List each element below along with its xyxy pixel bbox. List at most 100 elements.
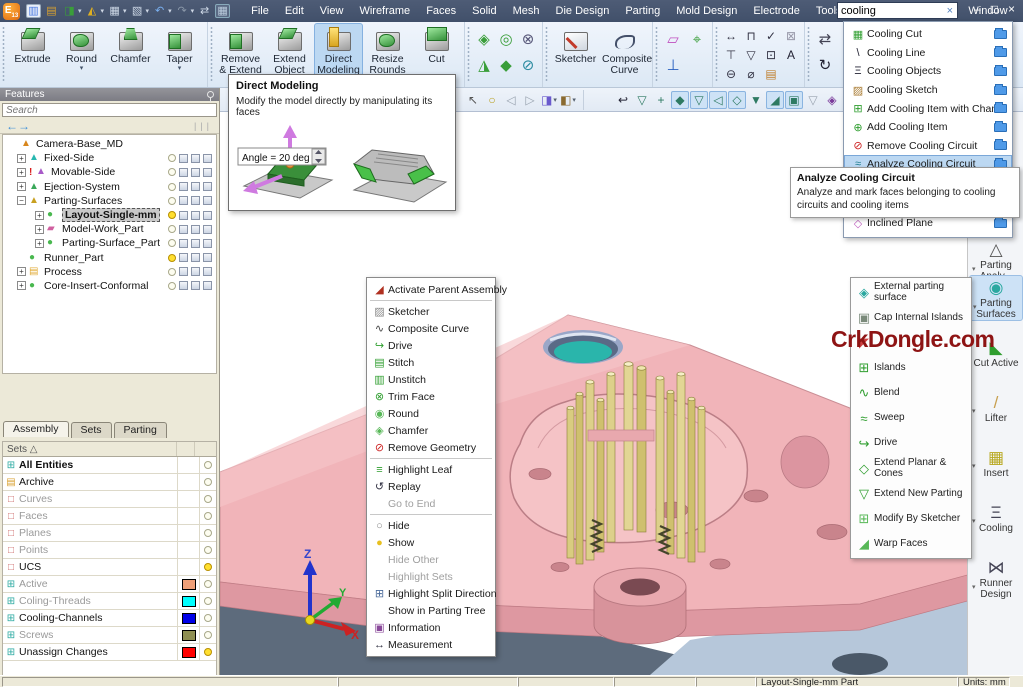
- context-menu-item[interactable]: ↪ Drive: [367, 337, 495, 354]
- menu-item[interactable]: File: [244, 2, 276, 20]
- visibility-bulb-icon[interactable]: [168, 168, 176, 176]
- pin-state-icon[interactable]: [203, 168, 212, 177]
- set-bulb-cell[interactable]: [199, 457, 216, 473]
- layers-icon[interactable]: [191, 253, 200, 262]
- sidebar-tool-button[interactable]: ΞCooling▾: [969, 501, 1023, 534]
- dropdown-menu-item[interactable]: ⊞ Add Cooling Item with Channel: [844, 99, 1012, 118]
- flyout-menu-item[interactable]: ▽ Extend New Parting: [851, 482, 971, 507]
- folder-icon[interactable]: [994, 67, 1007, 76]
- preview-icon[interactable]: [179, 168, 188, 177]
- tree-node-label[interactable]: Core-Insert-Conformal: [44, 280, 148, 292]
- visibility-bulb-icon[interactable]: [168, 239, 176, 247]
- folder-icon[interactable]: [994, 86, 1007, 95]
- context-menu-item[interactable]: ◈ Chamfer: [367, 422, 495, 439]
- set-bulb-cell[interactable]: [199, 627, 216, 643]
- ribbon-button[interactable]: Sketcher: [551, 23, 600, 68]
- ribbon-button[interactable]: Extend Object: [265, 23, 314, 80]
- maximize-button[interactable]: □: [991, 2, 998, 16]
- context-menu-item[interactable]: ◉ Round: [367, 405, 495, 422]
- surface-tool-icon[interactable]: ◈: [478, 32, 490, 47]
- sets-row[interactable]: ▤ Archive: [3, 474, 216, 491]
- sidebar-tool-button[interactable]: ◉Parting Surfaces▾: [969, 275, 1023, 321]
- plane-ucs-icon[interactable]: ⌖: [693, 32, 701, 47]
- folder-icon[interactable]: [994, 30, 1007, 39]
- pin-state-icon[interactable]: [203, 225, 212, 234]
- dimension-tool-icon[interactable]: ↔: [725, 30, 737, 42]
- filter-icon[interactable]: ▽▾: [633, 91, 651, 109]
- tree-node-label[interactable]: Movable-Side: [51, 166, 115, 178]
- surface-tool-icon[interactable]: ⊘: [522, 58, 535, 73]
- set-bulb-cell[interactable]: [199, 576, 216, 592]
- grid-panel-icon[interactable]: ▦: [215, 4, 230, 18]
- tree-row[interactable]: + ▤ Process: [3, 265, 216, 279]
- close-button[interactable]: ×: [1008, 2, 1015, 16]
- menu-item[interactable]: Solid: [465, 2, 503, 20]
- expand-toggle[interactable]: +: [35, 225, 44, 234]
- menu-item[interactable]: Die Design: [549, 2, 617, 20]
- layers-icon[interactable]: [191, 168, 200, 177]
- plane-ucs-icon[interactable]: ⊥: [666, 58, 679, 73]
- tree-row[interactable]: + ● Core-Insert-Conformal: [3, 279, 216, 293]
- layers-icon[interactable]: [191, 196, 200, 205]
- expand-toggle[interactable]: +: [17, 182, 26, 191]
- sets-row[interactable]: □ UCS: [3, 559, 216, 576]
- transfer-icon[interactable]: ⇄: [197, 4, 212, 18]
- set-bulb-cell[interactable]: [199, 525, 216, 541]
- context-menu-item[interactable]: ⊘ Remove Geometry: [367, 439, 495, 456]
- filter-icon[interactable]: ▽▾: [690, 91, 708, 109]
- minimize-button[interactable]: –: [974, 2, 981, 16]
- plane-ucs-icon[interactable]: ▱: [667, 32, 679, 47]
- pin-state-icon[interactable]: [203, 281, 212, 290]
- layers-icon[interactable]: [191, 281, 200, 290]
- pin-state-icon[interactable]: [203, 182, 212, 191]
- dimension-tool-icon[interactable]: A: [787, 49, 795, 61]
- context-menu-item[interactable]: ◢ Activate Parent Assembly: [367, 281, 495, 298]
- nav-forward-icon[interactable]: →: [18, 120, 30, 132]
- filter-icon[interactable]: ◈▾: [823, 91, 841, 109]
- folder-icon[interactable]: [994, 48, 1007, 57]
- visibility-bulb-icon[interactable]: [168, 154, 176, 162]
- export-icon[interactable]: ◨: [62, 4, 77, 18]
- set-bulb-cell[interactable]: [199, 474, 216, 490]
- ribbon-button[interactable]: Round ▾: [57, 23, 106, 76]
- pin-state-icon[interactable]: [203, 239, 212, 248]
- flyout-menu-item[interactable]: ↪ Drive: [851, 431, 971, 456]
- folder-icon[interactable]: [994, 123, 1007, 132]
- filter-icon[interactable]: ◁▾: [709, 91, 727, 109]
- tree-row[interactable]: + ● Layout-Single-mm: [3, 208, 216, 222]
- visibility-bulb-icon[interactable]: [168, 211, 176, 219]
- ribbon-button[interactable]: Extrude ▾: [8, 23, 57, 68]
- flyout-menu-item[interactable]: ◈ External parting surface: [851, 280, 971, 305]
- dropdown-menu-item[interactable]: ▨ Cooling Sketch: [844, 81, 1012, 100]
- dropdown-menu-item[interactable]: \ Cooling Line: [844, 44, 1012, 63]
- tree-row[interactable]: ● Runner_Part: [3, 251, 216, 265]
- preview-icon[interactable]: [179, 281, 188, 290]
- tree-row[interactable]: + ▰ Model-Work_Part: [3, 222, 216, 236]
- window-layout2-icon[interactable]: ▧: [130, 4, 145, 18]
- context-menu-item[interactable]: ▥ Unstitch: [367, 371, 495, 388]
- layers-icon[interactable]: [191, 239, 200, 248]
- menu-item[interactable]: Edit: [278, 2, 311, 20]
- toolbar-icon[interactable]: ◨▾: [540, 91, 558, 109]
- menu-item[interactable]: Mesh: [506, 2, 547, 20]
- layers-icon[interactable]: [191, 225, 200, 234]
- layers-icon[interactable]: [191, 211, 200, 220]
- set-color-cell[interactable]: [177, 525, 199, 541]
- tree-row[interactable]: + ! ▲ Movable-Side: [3, 165, 216, 179]
- visibility-bulb-icon[interactable]: [168, 183, 176, 191]
- pin-state-icon[interactable]: [203, 196, 212, 205]
- toolbar-icon[interactable]: ↖▾: [464, 91, 482, 109]
- flyout-menu-item[interactable]: ≈ Sweep: [851, 406, 971, 431]
- tree-node-label[interactable]: Ejection-System: [44, 181, 120, 193]
- menu-item[interactable]: Mold Design: [669, 2, 744, 20]
- sets-row[interactable]: □ Faces: [3, 508, 216, 525]
- flyout-menu-item[interactable]: ◢ Warp Faces: [851, 532, 971, 557]
- dropdown-menu-item[interactable]: Ξ Cooling Objects: [844, 62, 1012, 81]
- tree-node-label[interactable]: Parting-Surfaces: [44, 195, 122, 207]
- filter-icon[interactable]: +▾: [652, 91, 670, 109]
- open-icon[interactable]: ▤: [44, 4, 59, 18]
- set-color-cell[interactable]: [177, 576, 199, 592]
- tree-row[interactable]: + ▲ Fixed-Side: [3, 151, 216, 165]
- undo-icon[interactable]: ↶: [152, 4, 167, 18]
- preview-icon[interactable]: [179, 211, 188, 220]
